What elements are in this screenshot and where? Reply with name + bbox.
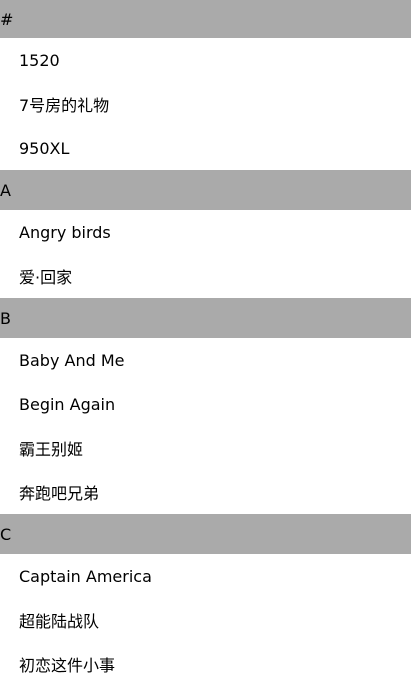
list-item-label: Baby And Me [19,350,125,370]
section-header-label: A [0,180,11,200]
list-item[interactable]: 950XL [0,126,411,170]
list-item-label: 1520 [19,50,60,70]
indexed-list: # 1520 7号房的礼物 950XL A Angry birds 爱·回家 B… [0,0,411,687]
list-item[interactable]: Baby And Me [0,338,411,382]
list-item-label: Begin Again [19,394,116,414]
section-header-a: A [0,170,411,210]
list-item-label: Captain America [19,566,152,586]
list-item-label: 7号房的礼物 [19,96,110,115]
list-item-label: 奔跑吧兄弟 [19,484,100,503]
section-header-hash: # [0,0,411,38]
list-item-label: 初恋这件小事 [19,656,116,675]
list-item[interactable]: 初恋这件小事 [0,642,411,686]
list-item[interactable]: 爱·回家 [0,254,411,298]
section-header-label: C [0,524,12,544]
section-header-label: # [0,9,14,29]
list-item[interactable]: 霸王别姬 [0,426,411,470]
list-item[interactable]: Angry birds [0,210,411,254]
list-item[interactable]: 1520 [0,38,411,82]
list-item-label: 超能陆战队 [19,612,100,631]
section-header-b: B [0,298,411,338]
section-header-label: B [0,308,11,328]
list-item[interactable]: Begin Again [0,382,411,426]
list-item[interactable]: 超能陆战队 [0,598,411,642]
section-header-c: C [0,514,411,554]
list-item-label: 霸王别姬 [19,440,84,459]
list-item[interactable]: Captain America [0,554,411,598]
list-item[interactable]: 7号房的礼物 [0,82,411,126]
list-item-label: Angry birds [19,222,111,242]
list-item[interactable]: 奔跑吧兄弟 [0,470,411,514]
list-item-label: 爱·回家 [19,268,73,287]
list-item-label: 950XL [19,138,70,158]
